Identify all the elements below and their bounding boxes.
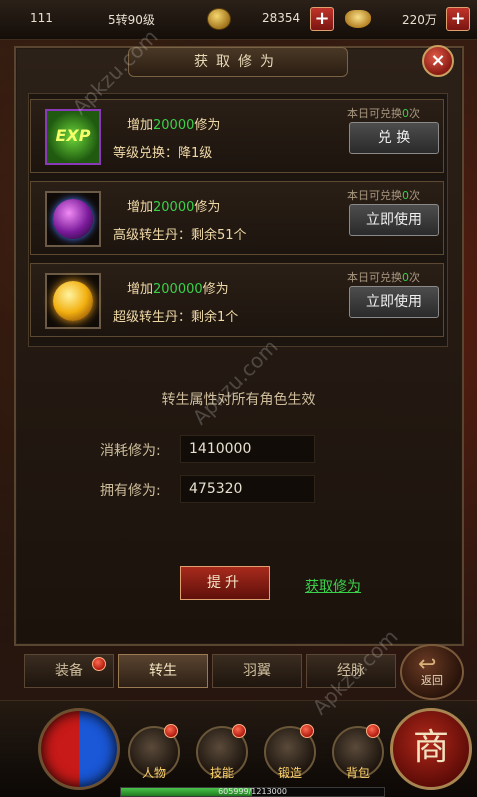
gain-text: 增加20000修为	[127, 200, 221, 215]
reincarnation-level: 5转90级	[108, 13, 155, 27]
back-arrow-icon: ↩	[418, 652, 437, 677]
use-now-button[interactable]: 立即使用	[349, 286, 439, 318]
gold-coin-icon	[207, 8, 231, 30]
gain-text: 增加200000修为	[127, 282, 229, 297]
exchange-button[interactable]: 兑 换	[349, 122, 439, 154]
use-now-button[interactable]: 立即使用	[349, 204, 439, 236]
daily-quota: 本日可兑换0次	[347, 107, 420, 120]
back-button[interactable]: ↩ 返回	[400, 644, 464, 700]
notification-badge	[300, 724, 314, 738]
gain-text: 增加20000修为	[127, 118, 221, 133]
notification-badge	[164, 724, 178, 738]
resource-bar: 111 5转90级 28354 + 220万 +	[0, 0, 477, 40]
ingot-amount: 220万	[402, 13, 437, 27]
xp-text: 605999/1213000	[218, 787, 287, 796]
item-description: 高级转生丹：剩余51个	[113, 228, 247, 243]
player-level: 111	[30, 11, 53, 25]
upgrade-button[interactable]: 提升	[180, 566, 270, 600]
notification-badge	[366, 724, 380, 738]
gain-value: 20000	[153, 200, 195, 215]
consume-value: 1410000	[180, 435, 315, 463]
list-item: 增加20000修为 高级转生丹：剩余51个 本日可兑换0次 立即使用	[30, 181, 444, 255]
notification-badge	[92, 657, 106, 671]
item-description: 等级兑换：降1级	[113, 146, 213, 161]
menu-skill[interactable]: 技能	[192, 764, 252, 781]
daily-quota: 本日可兑换0次	[347, 271, 420, 284]
daily-quota: 本日可兑换0次	[347, 189, 420, 202]
list-item: 增加200000修为 超级转生丹：剩余1个 本日可兑换0次 立即使用	[30, 263, 444, 337]
add-ingot-button[interactable]: +	[446, 7, 470, 31]
notification-badge	[232, 724, 246, 738]
consume-label: 消耗修为:	[100, 443, 161, 459]
menu-character[interactable]: 人物	[124, 764, 184, 781]
hp-mp-orb-icon	[38, 708, 120, 790]
shop-button[interactable]: 商	[390, 708, 472, 790]
gold-amount: 28354	[262, 11, 301, 25]
gain-value: 200000	[153, 282, 203, 297]
menu-bag[interactable]: 背包	[328, 764, 388, 781]
gain-value: 20000	[153, 118, 195, 133]
add-gold-button[interactable]: +	[310, 7, 334, 31]
tab-reincarnation[interactable]: 转生	[118, 654, 208, 688]
gold-orb-icon	[45, 273, 101, 329]
get-cultivation-link[interactable]: 获取修为	[305, 576, 361, 596]
ingot-icon	[345, 10, 371, 28]
xp-bar: 605999/1213000	[120, 787, 385, 797]
purple-orb-icon	[45, 191, 101, 247]
menu-forge[interactable]: 锻造	[260, 764, 320, 781]
own-value: 475320	[180, 475, 315, 503]
close-button[interactable]: ×	[422, 45, 454, 77]
panel-title: 获取修为	[128, 47, 348, 77]
item-description: 超级转生丹：剩余1个	[113, 310, 239, 325]
tab-wings[interactable]: 羽翼	[212, 654, 302, 688]
exp-icon: EXP	[45, 109, 101, 165]
own-label: 拥有修为:	[100, 483, 161, 499]
